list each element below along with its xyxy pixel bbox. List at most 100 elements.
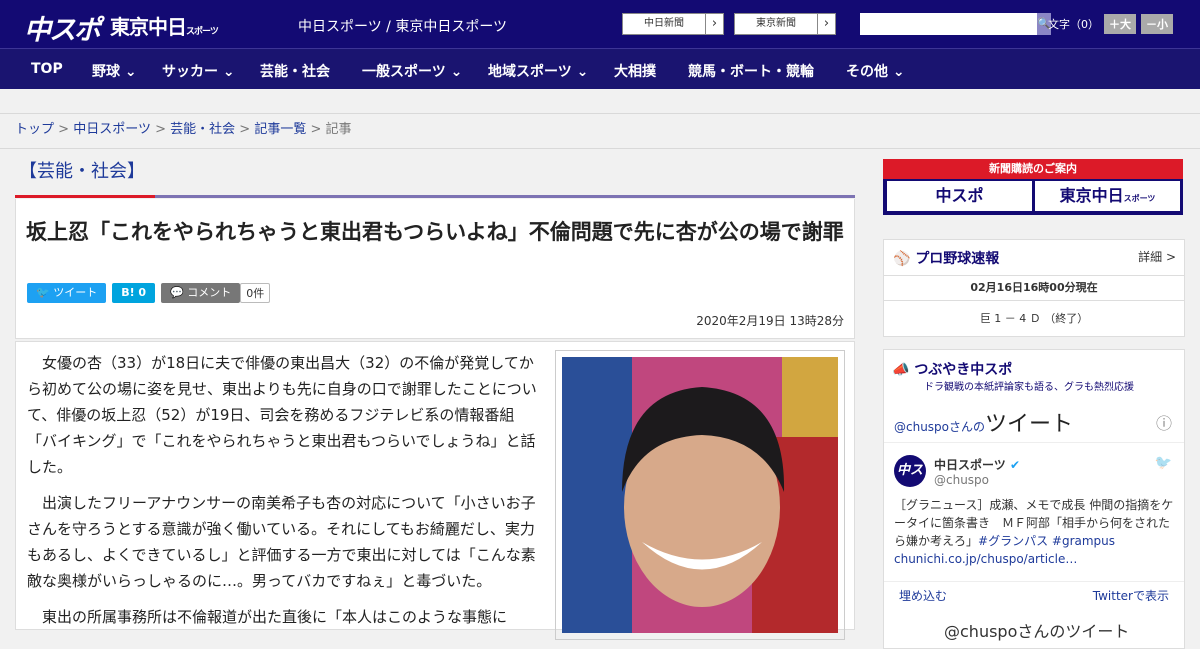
tokyo-label: 東京新聞 bbox=[756, 18, 796, 29]
article-text: 女優の杏（33）が18日に夫で俳優の東出昌大（32）の不倫が発覚してから初めて公… bbox=[27, 350, 544, 640]
tokyo-logo-text: 東京中日 bbox=[110, 15, 187, 39]
search-input[interactable] bbox=[860, 13, 1037, 35]
paragraph: 出演したフリーアナウンサーの南美希子も杏の対応について「小さいお子さんを守ろうと… bbox=[27, 494, 536, 590]
crumb-sep: > bbox=[155, 122, 166, 137]
publish-date: 2020年2月19日 13時28分 bbox=[696, 314, 844, 328]
chevron-right-icon: › bbox=[817, 14, 835, 34]
nav-regional[interactable]: 地域スポーツ ⌄ bbox=[488, 61, 588, 81]
tweet-handle: @chuspo bbox=[934, 473, 990, 487]
tweet-author: 中日スポーツ ✔ bbox=[934, 456, 1020, 473]
nav-general-sports-label: 一般スポーツ bbox=[362, 64, 446, 80]
chevron-down-icon: ⌄ bbox=[576, 64, 589, 80]
tweet-label: ツイート bbox=[53, 286, 98, 299]
nav-top[interactable]: TOP bbox=[31, 61, 63, 77]
search-box: 🔍 bbox=[860, 13, 1051, 35]
site-name: 中日スポーツ / 東京中日スポーツ bbox=[298, 19, 508, 35]
nav-regional-label: 地域スポーツ bbox=[488, 64, 572, 80]
article-title: 坂上忍「これをやられちゃうと東出君もつらいよね」不倫問題で先に杏が公の場で謝罪 bbox=[26, 220, 844, 244]
nav-other-label: その他 bbox=[846, 64, 888, 80]
font-down-button[interactable]: －小 bbox=[1141, 14, 1173, 34]
bird-icon: 🐦 bbox=[1154, 455, 1172, 471]
chevron-down-icon: ⌄ bbox=[222, 64, 235, 80]
crumb-current: 記事 bbox=[325, 122, 352, 137]
ad-tokyo-text: 東京中日 bbox=[1059, 186, 1124, 205]
embed-link[interactable]: 埋め込む bbox=[899, 587, 947, 604]
photo-image bbox=[562, 357, 838, 633]
chunichi-label: 中日新聞 bbox=[644, 18, 684, 29]
tokyo-logo-small: スポーツ bbox=[186, 27, 219, 37]
avatar: 中スポ bbox=[894, 455, 926, 510]
tw-heading-text: ツイート bbox=[985, 412, 1074, 437]
ad-chuspo-logo[interactable]: 中スポ bbox=[887, 181, 1032, 211]
chevron-down-icon: ⌄ bbox=[124, 64, 137, 80]
article-body: 女優の杏（33）が18日に夫で俳優の東出昌大（32）の不倫が発覚してから初めて公… bbox=[15, 341, 855, 640]
font-up-button[interactable]: ＋大 bbox=[1104, 14, 1136, 34]
info-icon[interactable]: ⓘ bbox=[1156, 410, 1172, 434]
ad-tokyo-logo[interactable]: 東京中日スポーツ bbox=[1035, 181, 1180, 211]
crumb-top[interactable]: トップ bbox=[15, 122, 54, 137]
site-logo[interactable]: 中スポ bbox=[24, 8, 101, 47]
nav-soccer[interactable]: サッカー ⌄ bbox=[162, 61, 235, 81]
paragraph: 東出の所属事務所は不倫報道が出た直後に「本人はこのような事態に bbox=[42, 608, 508, 626]
chevron-right-icon: › bbox=[705, 14, 723, 34]
tweet-button[interactable]: 🐦 ツイート bbox=[27, 283, 107, 303]
twitter-icon: 🐦 bbox=[36, 286, 50, 299]
article-photo[interactable] bbox=[555, 350, 845, 640]
chevron-down-icon: ⌄ bbox=[892, 64, 905, 80]
tweet-author-name: 中日スポーツ bbox=[934, 458, 1006, 472]
crumb-sep: > bbox=[239, 122, 251, 137]
tweet-card[interactable]: 中スポ 中日スポーツ ✔ @chuspo 🐦 ［グラニュース］成瀬、メモで成長 … bbox=[884, 442, 1184, 582]
paragraph: 女優の杏（33）が18日に夫で俳優の東出昌大（32）の不倫が発覚してから初めて公… bbox=[27, 354, 537, 476]
chevron-down-icon: ⌄ bbox=[450, 64, 463, 80]
global-nav: TOP 野球 ⌄ サッカー ⌄ 芸能・社会 一般スポーツ ⌄ 地域スポーツ ⌄ … bbox=[0, 48, 1200, 89]
nav-entertainment[interactable]: 芸能・社会 bbox=[260, 61, 330, 81]
tokyo-link-button[interactable]: 東京新聞 › bbox=[734, 13, 836, 35]
view-on-twitter-link[interactable]: Twitterで表示 bbox=[1093, 587, 1169, 604]
nav-soccer-label: サッカー bbox=[162, 64, 218, 80]
comment-button[interactable]: 💬 コメント bbox=[161, 283, 241, 303]
baseball-title-text: プロ野球速報 bbox=[915, 251, 1000, 267]
ad-title: 新聞購読のご案内 bbox=[883, 159, 1183, 179]
crumb-sep: > bbox=[58, 122, 70, 137]
tw-bottom-heading: @chuspoさんのツイート bbox=[944, 622, 1130, 641]
nav-baseball-label: 野球 bbox=[92, 64, 120, 80]
chunichi-link-button[interactable]: 中日新聞 › bbox=[622, 13, 724, 35]
font-size-control: 文字（0） ＋大 －小 bbox=[1048, 14, 1173, 34]
baseball-widget: ⚾ プロ野球速報 詳細 > 02月16日16時00分現在 巨 1 － 4 Ｄ （… bbox=[883, 239, 1185, 337]
crumb-list[interactable]: 記事一覧 bbox=[254, 122, 306, 137]
crumb-sep: > bbox=[310, 122, 322, 137]
nav-sumo[interactable]: 大相撲 bbox=[614, 61, 656, 81]
tw-handle-prefix: @chuspoさんの bbox=[894, 420, 986, 434]
tw-subtitle: ドラ観戦の本紙評論家も語る、グラも熱烈応援 bbox=[924, 382, 1134, 393]
nav-general-sports[interactable]: 一般スポーツ ⌄ bbox=[362, 61, 462, 81]
hashtag-link[interactable]: #グランパス bbox=[978, 534, 1048, 548]
subscription-ad[interactable]: 新聞購読のご案内 中スポ 東京中日スポーツ bbox=[883, 159, 1183, 215]
hatena-button[interactable]: B! 0 bbox=[112, 283, 156, 303]
baseball-more-link[interactable]: 詳細 > bbox=[1138, 248, 1176, 265]
nav-other[interactable]: その他 ⌄ bbox=[846, 61, 905, 81]
article-header: 坂上忍「これをやられちゃうと東出君もつらいよね」不倫問題で先に杏が公の場で謝罪 … bbox=[15, 199, 855, 339]
megaphone-icon: 📣 bbox=[892, 362, 910, 378]
crumb-chuspo[interactable]: 中日スポーツ bbox=[73, 122, 151, 137]
nav-keiba[interactable]: 競馬・ボート・競輪 bbox=[688, 61, 814, 81]
category-heading: 【芸能・社会】 bbox=[15, 157, 855, 198]
baseball-icon: ⚾ bbox=[893, 251, 911, 267]
tw-title: 📣 つぶやき中スポ bbox=[892, 359, 1012, 379]
comment-icon: 💬 bbox=[170, 286, 184, 299]
comment-count: 0件 bbox=[240, 283, 271, 303]
tweet-text: ［グラニュース］成瀬、メモで成長 仲間の指摘をケータイに箇条書き ＭＦ阿部「相手… bbox=[894, 496, 1179, 568]
verified-icon: ✔ bbox=[1009, 458, 1021, 472]
twitter-widget: 📣 つぶやき中スポ ドラ観戦の本紙評論家も語る、グラも熱烈応援 @chuspoさ… bbox=[883, 349, 1185, 649]
nav-baseball[interactable]: 野球 ⌄ bbox=[92, 61, 137, 81]
share-bar: 🐦 ツイート B! 0 💬 コメント 0件 bbox=[27, 283, 271, 303]
crumb-category[interactable]: 芸能・社会 bbox=[170, 122, 235, 137]
baseball-score[interactable]: 巨 1 － 4 Ｄ （終了） bbox=[884, 310, 1184, 326]
baseball-title: ⚾ プロ野球速報 bbox=[893, 248, 999, 268]
tw-title-text: つぶやき中スポ bbox=[914, 362, 1013, 378]
tweet-url-link[interactable]: chunichi.co.jp/chuspo/article… bbox=[894, 552, 1077, 566]
hashtag-link[interactable]: #grampus bbox=[1052, 534, 1115, 548]
font-size-label: 文字（0） bbox=[1048, 18, 1099, 31]
tokyo-logo[interactable]: 東京中日スポーツ bbox=[110, 11, 219, 40]
comment-label: コメント bbox=[187, 286, 232, 299]
tw-heading: @chuspoさんのツイート bbox=[894, 406, 1073, 438]
